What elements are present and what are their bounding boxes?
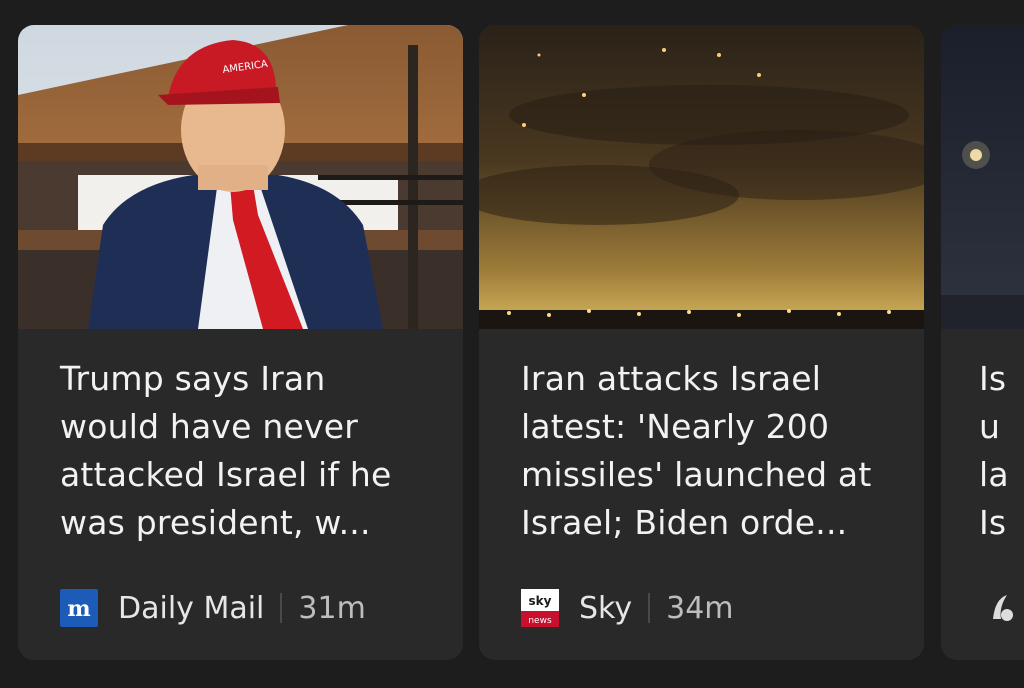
headline-line: Iran attacks Israel [521,359,822,398]
news-thumbnail [479,25,924,329]
trump-photo: AMERICA [18,25,463,329]
news-thumbnail: AMERICA [18,25,463,329]
sky-news-logo-icon: sky news [521,589,559,627]
headline-line: la [979,455,1009,494]
headline-line: would have never [60,407,358,446]
headline-line: latest: 'Nearly 200 [521,407,830,446]
time-ago: 34m [666,590,734,626]
svg-text:news: news [528,616,552,626]
headline-line: Is [979,359,1007,398]
time-ago: 31m [298,590,366,626]
headline-line: Israel; Biden orde... [521,503,848,542]
source-logo-icon [985,589,1023,627]
headline-line: u [979,407,1001,446]
news-card-iran[interactable]: Iran attacks Israel latest: 'Nearly 200 … [479,25,924,660]
source-row: sky news Sky 34m [521,588,734,628]
headline-line: Trump says Iran [60,359,326,398]
night-photo [941,25,1024,329]
svg-text:m: m [67,596,90,622]
source-name: Daily Mail [118,590,265,626]
headline-line: attacked Israel if he [60,455,392,494]
source-row: m Daily Mail 31m [60,588,366,628]
daily-mail-logo-icon: m [60,589,98,627]
source-row [985,588,1024,628]
headline-line: Is [979,503,1007,542]
news-headline[interactable]: Is u la Is [979,355,1024,547]
news-thumbnail [941,25,1024,329]
news-headline[interactable]: Trump says Iran would have never attacke… [60,355,430,547]
night-sky-photo [479,25,924,329]
svg-text:sky: sky [529,594,552,608]
news-card-partial[interactable]: Is u la Is [941,25,1024,660]
divider [648,593,651,623]
headline-line: missiles' launched at [521,455,872,494]
news-headline[interactable]: Iran attacks Israel latest: 'Nearly 200 … [521,355,891,547]
news-card-trump[interactable]: AMERICA Trump says Iran would have never… [18,25,463,660]
divider [280,593,283,623]
news-carousel: AMERICA Trump says Iran would have never… [0,0,1024,688]
headline-line: was president, w... [60,503,371,542]
source-name: Sky [579,590,633,626]
